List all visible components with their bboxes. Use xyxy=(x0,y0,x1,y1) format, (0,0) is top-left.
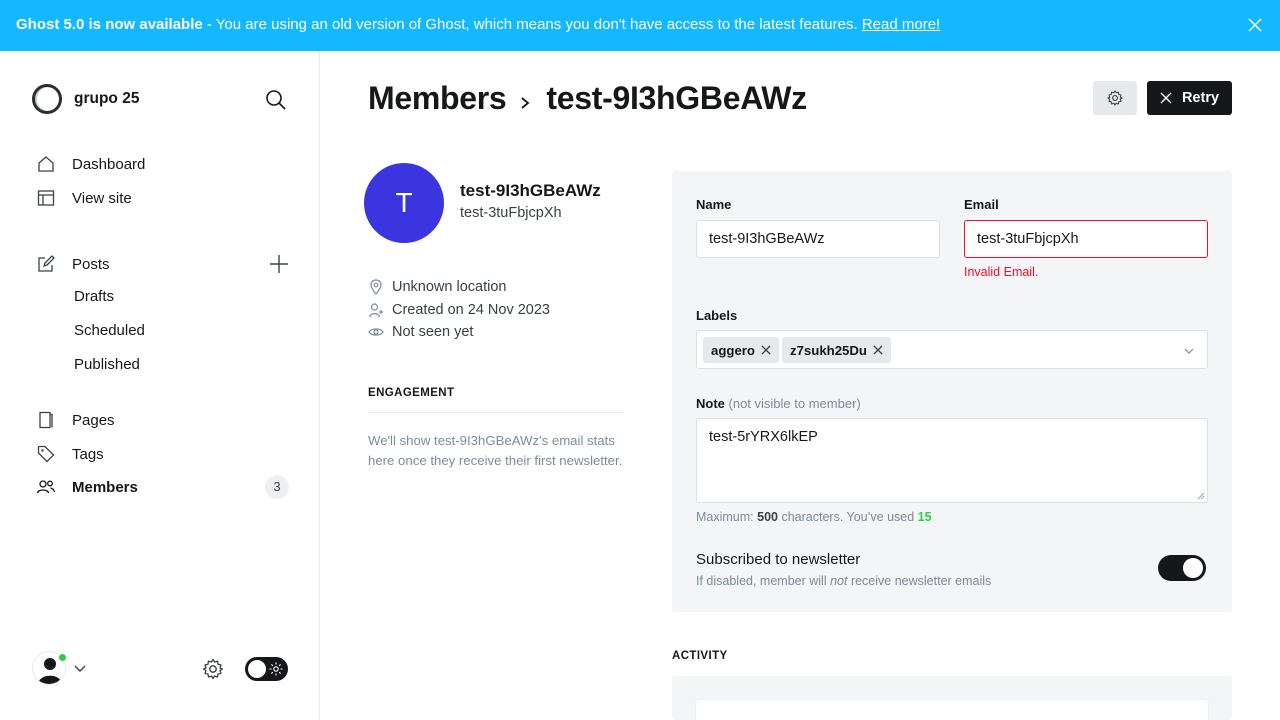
desc-part-2: receive newsletter emails xyxy=(847,574,992,588)
sidebar: grupo 25 Dashboard View site Posts Draft… xyxy=(0,51,320,720)
home-icon xyxy=(38,156,54,172)
sidebar-item-label: Dashboard xyxy=(72,155,146,173)
banner-text: Ghost 5.0 is now available - You are usi… xyxy=(16,16,940,33)
divider xyxy=(368,412,624,413)
engagement-heading: ENGAGEMENT xyxy=(368,387,455,399)
read-more-link[interactable]: Read more! xyxy=(862,16,940,33)
note-label: Note (not visible to member) xyxy=(696,396,861,411)
theme-toggle[interactable] xyxy=(245,657,288,681)
update-banner: Ghost 5.0 is now available - You are usi… xyxy=(0,0,1280,51)
retry-button[interactable]: Retry xyxy=(1147,81,1232,115)
sidebar-item-scheduled[interactable]: Scheduled xyxy=(74,322,145,339)
hint-used: 15 xyxy=(917,510,932,524)
sidebar-item-posts[interactable]: Posts xyxy=(36,252,110,276)
edit-icon xyxy=(38,255,55,272)
newsletter-description: If disabled, member will not receive new… xyxy=(696,574,991,588)
toggle-knob xyxy=(248,660,266,678)
location-pin-icon xyxy=(370,279,382,295)
labels-input[interactable]: aggero z7sukh25Du xyxy=(696,330,1208,369)
sidebar-item-label: Tags xyxy=(72,445,104,463)
breadcrumb-members[interactable]: Members xyxy=(368,80,507,117)
chevron-down-icon[interactable] xyxy=(73,661,87,675)
note-char-count: Maximum: 500 characters. You’ve used 15 xyxy=(696,510,932,524)
note-textarea[interactable]: test-5rYRX6lkEP xyxy=(696,418,1208,503)
activity-card xyxy=(696,700,1208,720)
search-icon[interactable] xyxy=(265,89,287,111)
breadcrumb-current: test-9I3hGBeAWz xyxy=(546,80,807,116)
chevron-right-icon xyxy=(521,96,530,109)
email-error: Invalid Email. xyxy=(964,265,1039,279)
sidebar-item-label: View site xyxy=(72,189,132,207)
member-settings-button[interactable] xyxy=(1093,81,1137,115)
sidebar-item-pages[interactable]: Pages xyxy=(36,408,115,432)
banner-message: - You are using an old version of Ghost,… xyxy=(202,16,862,33)
online-status-dot xyxy=(57,652,68,663)
retry-label: Retry xyxy=(1181,90,1220,106)
member-last-seen: Not seen yet xyxy=(368,322,473,342)
banner-bold: Ghost 5.0 is now available xyxy=(16,16,203,33)
sidebar-item-label: Members xyxy=(72,478,138,496)
eye-icon xyxy=(368,328,384,336)
member-location: Unknown location xyxy=(368,277,506,297)
label-tag-text: aggero xyxy=(711,342,755,358)
email-label: Email xyxy=(964,197,999,212)
hint-mid: characters. You’ve used xyxy=(777,510,918,524)
users-icon xyxy=(36,480,56,494)
member-email: test-3tuFbjcpXh xyxy=(460,205,562,221)
desc-emphasis: not xyxy=(830,574,848,588)
remove-label-icon[interactable] xyxy=(873,345,883,355)
resize-grip-icon[interactable] xyxy=(1197,492,1205,500)
sidebar-item-drafts[interactable]: Drafts xyxy=(74,288,114,305)
desc-part-1: If disabled, member will xyxy=(696,574,831,588)
close-icon[interactable] xyxy=(1247,17,1263,33)
user-add-icon xyxy=(368,303,383,318)
sidebar-item-members[interactable]: Members xyxy=(36,475,138,499)
gear-icon[interactable] xyxy=(201,657,225,681)
label-tag: z7sukh25Du xyxy=(782,337,891,363)
created-text: Created on 24 Nov 2023 xyxy=(392,302,550,318)
name-label: Name xyxy=(696,197,732,212)
newsletter-title: Subscribed to newsletter xyxy=(696,551,861,568)
chevron-down-icon[interactable] xyxy=(1183,345,1195,357)
tag-icon xyxy=(37,445,55,463)
name-field[interactable]: test-9I3hGBeAWz xyxy=(696,220,940,258)
member-created: Created on 24 Nov 2023 xyxy=(368,300,550,320)
sun-icon xyxy=(269,662,283,676)
hint-prefix: Maximum: xyxy=(696,510,758,524)
gear-icon xyxy=(1107,90,1123,106)
page-title: Members test-9I3hGBeAWz xyxy=(368,80,807,117)
email-field[interactable]: test-3tuFbjcpXh xyxy=(964,220,1208,258)
engagement-text: We'll show test-9I3hGBeAWz's email stats… xyxy=(368,433,623,468)
sidebar-item-tags[interactable]: Tags xyxy=(36,442,104,466)
note-value: test-5rYRX6lkEP xyxy=(709,429,818,445)
sidebar-item-label: Pages xyxy=(72,411,115,429)
browser-icon xyxy=(37,190,55,206)
site-brand[interactable]: grupo 25 xyxy=(32,84,139,114)
remove-label-icon[interactable] xyxy=(761,345,771,355)
labels-label: Labels xyxy=(696,308,738,323)
label-tag-text: z7sukh25Du xyxy=(790,342,867,358)
site-name: grupo 25 xyxy=(74,90,140,107)
sidebar-item-label: Posts xyxy=(72,255,110,273)
note-label-text: Note xyxy=(696,396,725,411)
site-logo-icon xyxy=(32,84,62,114)
sidebar-item-dashboard[interactable]: Dashboard xyxy=(36,152,145,176)
newsletter-toggle[interactable] xyxy=(1158,555,1206,581)
last-seen-text: Not seen yet xyxy=(392,324,474,340)
member-name: test-9I3hGBeAWz xyxy=(460,181,601,200)
label-tag: aggero xyxy=(703,337,779,363)
hint-max: 500 xyxy=(757,510,778,524)
sidebar-item-view-site[interactable]: View site xyxy=(36,186,132,210)
activity-heading: ACTIVITY xyxy=(672,650,728,662)
member-avatar: T xyxy=(364,163,444,243)
plus-icon[interactable] xyxy=(268,253,290,275)
location-text: Unknown location xyxy=(392,279,507,295)
page-icon xyxy=(39,411,53,429)
note-label-muted: (not visible to member) xyxy=(728,396,861,411)
close-icon xyxy=(1160,92,1172,104)
sidebar-item-published[interactable]: Published xyxy=(74,356,140,373)
members-count-badge: 3 xyxy=(265,475,289,499)
toggle-knob xyxy=(1183,558,1203,578)
